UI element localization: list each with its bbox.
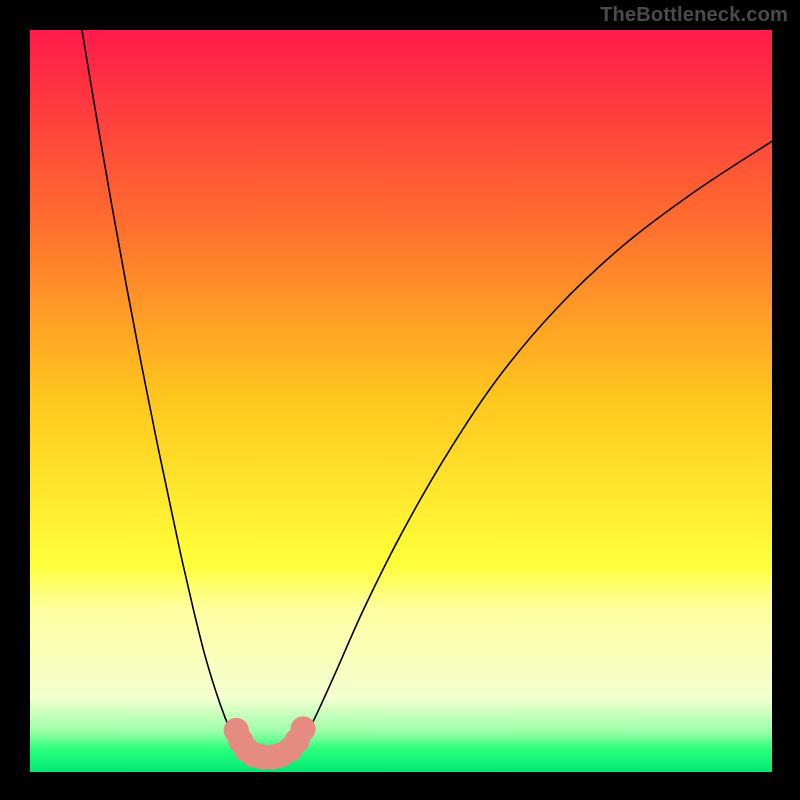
- chart-frame: TheBottleneck.com: [0, 0, 800, 800]
- plot-background: [30, 30, 772, 772]
- valley-dot: [290, 716, 315, 741]
- watermark-text: TheBottleneck.com: [600, 4, 788, 27]
- bottleneck-chart: [30, 30, 772, 772]
